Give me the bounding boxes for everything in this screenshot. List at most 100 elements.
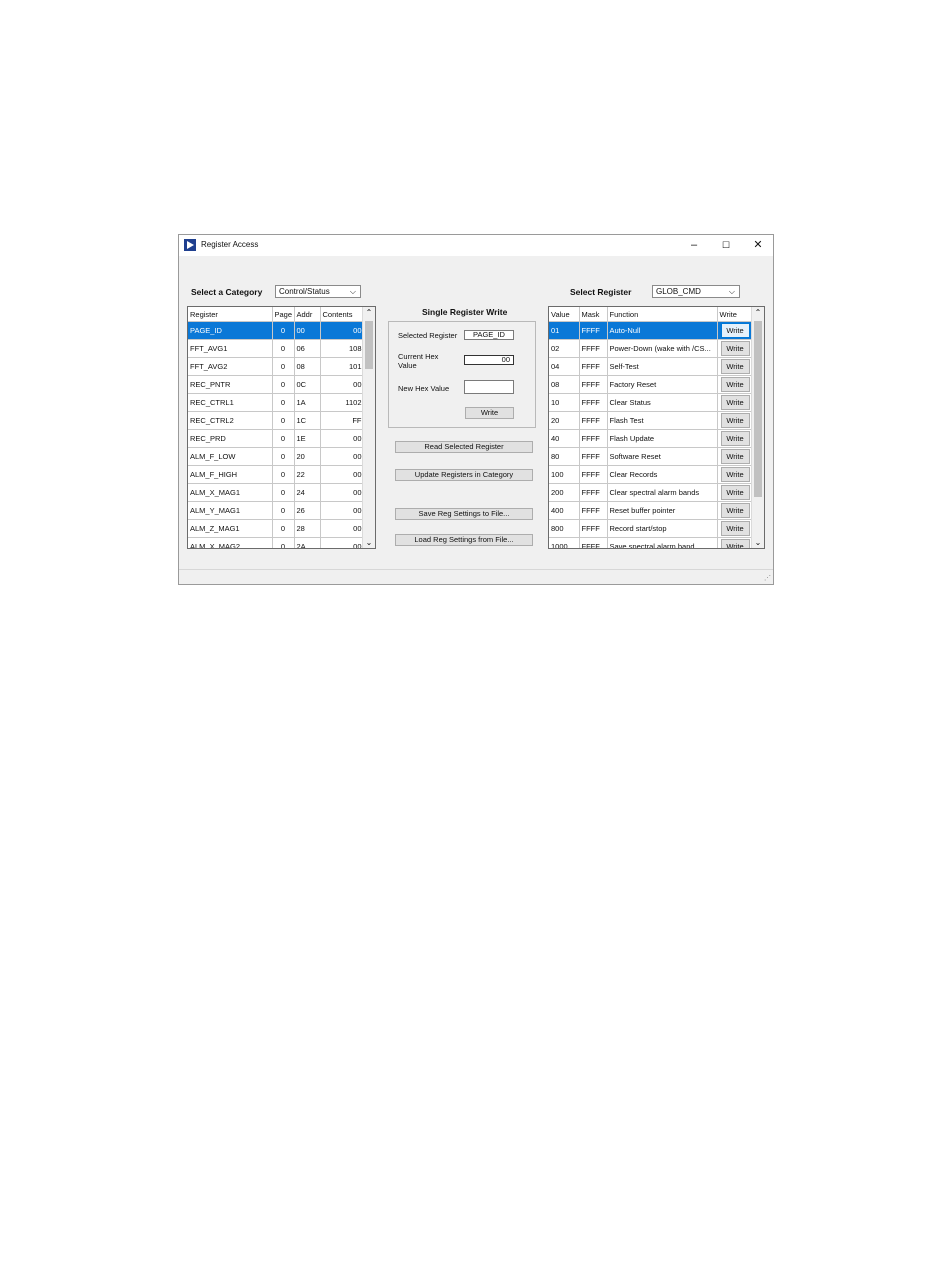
function-row[interactable]: 100 FFFF Clear Records Write [549, 465, 754, 484]
row-write-button[interactable]: Write [720, 539, 750, 548]
function-cell[interactable]: Factory Reset [607, 375, 718, 394]
register-cell[interactable]: REC_PNTR [188, 375, 273, 394]
contents-cell[interactable]: 00 [320, 483, 365, 502]
addr-cell[interactable]: 0C [294, 375, 321, 394]
addr-cell[interactable]: 24 [294, 483, 321, 502]
value-cell[interactable]: 1000 [549, 537, 580, 548]
page-cell[interactable]: 0 [272, 411, 295, 430]
page-cell[interactable]: 0 [272, 375, 295, 394]
col-contents[interactable]: Contents [320, 307, 365, 322]
col-write[interactable]: Write [717, 307, 754, 322]
register-cell[interactable]: FFT_AVG1 [188, 339, 273, 358]
row-write-button[interactable]: Write [720, 449, 750, 464]
function-cell[interactable]: Record start/stop [607, 519, 718, 538]
contents-cell[interactable]: 00 [320, 321, 365, 340]
function-cell[interactable]: Clear Records [607, 465, 718, 484]
register-cell[interactable]: PAGE_ID [188, 321, 273, 340]
contents-cell[interactable]: FF [320, 411, 365, 430]
register-row[interactable]: ALM_Z_MAG1 0 28 00 [188, 519, 365, 538]
page-cell[interactable]: 0 [272, 429, 295, 448]
register-row[interactable]: ALM_Y_MAG1 0 26 00 [188, 501, 365, 520]
value-cell[interactable]: 10 [549, 393, 580, 412]
function-cell[interactable]: Clear spectral alarm bands [607, 483, 718, 502]
function-row[interactable]: 800 FFFF Record start/stop Write [549, 519, 754, 538]
scroll-up-icon[interactable]: ⌃ [363, 308, 375, 317]
register-cell[interactable]: REC_CTRL2 [188, 411, 273, 430]
register-cell[interactable]: REC_PRD [188, 429, 273, 448]
register-cell[interactable]: REC_CTRL1 [188, 393, 273, 412]
register-row[interactable]: ALM_F_HIGH 0 22 00 [188, 465, 365, 484]
register-cell[interactable]: ALM_Y_MAG1 [188, 501, 273, 520]
addr-cell[interactable]: 1A [294, 393, 321, 412]
register-row[interactable]: FFT_AVG1 0 06 108 [188, 339, 365, 358]
mask-cell[interactable]: FFFF [579, 465, 608, 484]
addr-cell[interactable]: 00 [294, 321, 321, 340]
register-grid-scrollbar[interactable]: ⌃ ⌄ [362, 307, 375, 548]
contents-cell[interactable]: 00 [320, 465, 365, 484]
function-row[interactable]: 20 FFFF Flash Test Write [549, 411, 754, 430]
addr-cell[interactable]: 26 [294, 501, 321, 520]
register-row[interactable]: ALM_X_MAG1 0 24 00 [188, 483, 365, 502]
contents-cell[interactable]: 00 [320, 447, 365, 466]
addr-cell[interactable]: 28 [294, 519, 321, 538]
register-row[interactable]: ALM_X_MAG2 0 2A 00 [188, 537, 365, 548]
col-value[interactable]: Value [549, 307, 580, 322]
function-row[interactable]: 1000 FFFF Save spectral alarm band Write [549, 537, 754, 548]
minimize-button[interactable]: – [681, 237, 707, 254]
function-cell[interactable]: Reset buffer pointer [607, 501, 718, 520]
row-write-button[interactable]: Write [720, 395, 750, 410]
function-cell[interactable]: Flash Update [607, 429, 718, 448]
col-addr[interactable]: Addr [294, 307, 321, 322]
addr-cell[interactable]: 06 [294, 339, 321, 358]
contents-cell[interactable]: 00 [320, 429, 365, 448]
register-row[interactable]: ALM_F_LOW 0 20 00 [188, 447, 365, 466]
page-cell[interactable]: 0 [272, 483, 295, 502]
mask-cell[interactable]: FFFF [579, 411, 608, 430]
value-cell[interactable]: 08 [549, 375, 580, 394]
register-cell[interactable]: ALM_X_MAG1 [188, 483, 273, 502]
register-row[interactable]: PAGE_ID 0 00 00 [188, 321, 365, 340]
function-cell[interactable]: Clear Status [607, 393, 718, 412]
value-cell[interactable]: 01 [549, 321, 580, 340]
update-registers-button[interactable]: Update Registers in Category [395, 469, 533, 481]
function-row[interactable]: 200 FFFF Clear spectral alarm bands Write [549, 483, 754, 502]
page-cell[interactable]: 0 [272, 321, 295, 340]
value-cell[interactable]: 40 [549, 429, 580, 448]
function-row[interactable]: 10 FFFF Clear Status Write [549, 393, 754, 412]
single-write-button[interactable]: Write [465, 407, 514, 419]
col-page[interactable]: Page [272, 307, 295, 322]
value-cell[interactable]: 02 [549, 339, 580, 358]
register-row[interactable]: REC_PRD 0 1E 00 [188, 429, 365, 448]
register-cell[interactable]: ALM_F_HIGH [188, 465, 273, 484]
value-cell[interactable]: 200 [549, 483, 580, 502]
register-cell[interactable]: FFT_AVG2 [188, 357, 273, 376]
page-cell[interactable]: 0 [272, 447, 295, 466]
register-row[interactable]: FFT_AVG2 0 08 101 [188, 357, 365, 376]
row-write-button[interactable]: Write [720, 341, 750, 356]
mask-cell[interactable]: FFFF [579, 501, 608, 520]
register-cell[interactable]: ALM_Z_MAG1 [188, 519, 273, 538]
col-function[interactable]: Function [607, 307, 718, 322]
mask-cell[interactable]: FFFF [579, 357, 608, 376]
load-settings-button[interactable]: Load Reg Settings from File... [395, 534, 533, 546]
contents-cell[interactable]: 00 [320, 519, 365, 538]
function-cell[interactable]: Save spectral alarm band [607, 537, 718, 548]
row-write-button[interactable]: Write [720, 485, 750, 500]
contents-cell[interactable]: 101 [320, 357, 365, 376]
function-cell[interactable]: Self-Test [607, 357, 718, 376]
addr-cell[interactable]: 22 [294, 465, 321, 484]
addr-cell[interactable]: 20 [294, 447, 321, 466]
function-cell[interactable]: Software Reset [607, 447, 718, 466]
value-cell[interactable]: 04 [549, 357, 580, 376]
page-cell[interactable]: 0 [272, 393, 295, 412]
function-grid[interactable]: Value Mask Function Write 01 FFFF Auto-Nul… [548, 306, 765, 549]
page-cell[interactable]: 0 [272, 519, 295, 538]
scroll-thumb[interactable] [365, 321, 373, 369]
register-dropdown[interactable]: GLOB_CMD ⌵ [652, 285, 740, 298]
read-selected-register-button[interactable]: Read Selected Register [395, 441, 533, 453]
contents-cell[interactable]: 00 [320, 537, 365, 548]
function-cell[interactable]: Power-Down (wake with /CS... [607, 339, 718, 358]
function-row[interactable]: 04 FFFF Self-Test Write [549, 357, 754, 376]
register-row[interactable]: REC_CTRL1 0 1A 1102 [188, 393, 365, 412]
function-cell[interactable]: Auto-Null [607, 321, 718, 340]
